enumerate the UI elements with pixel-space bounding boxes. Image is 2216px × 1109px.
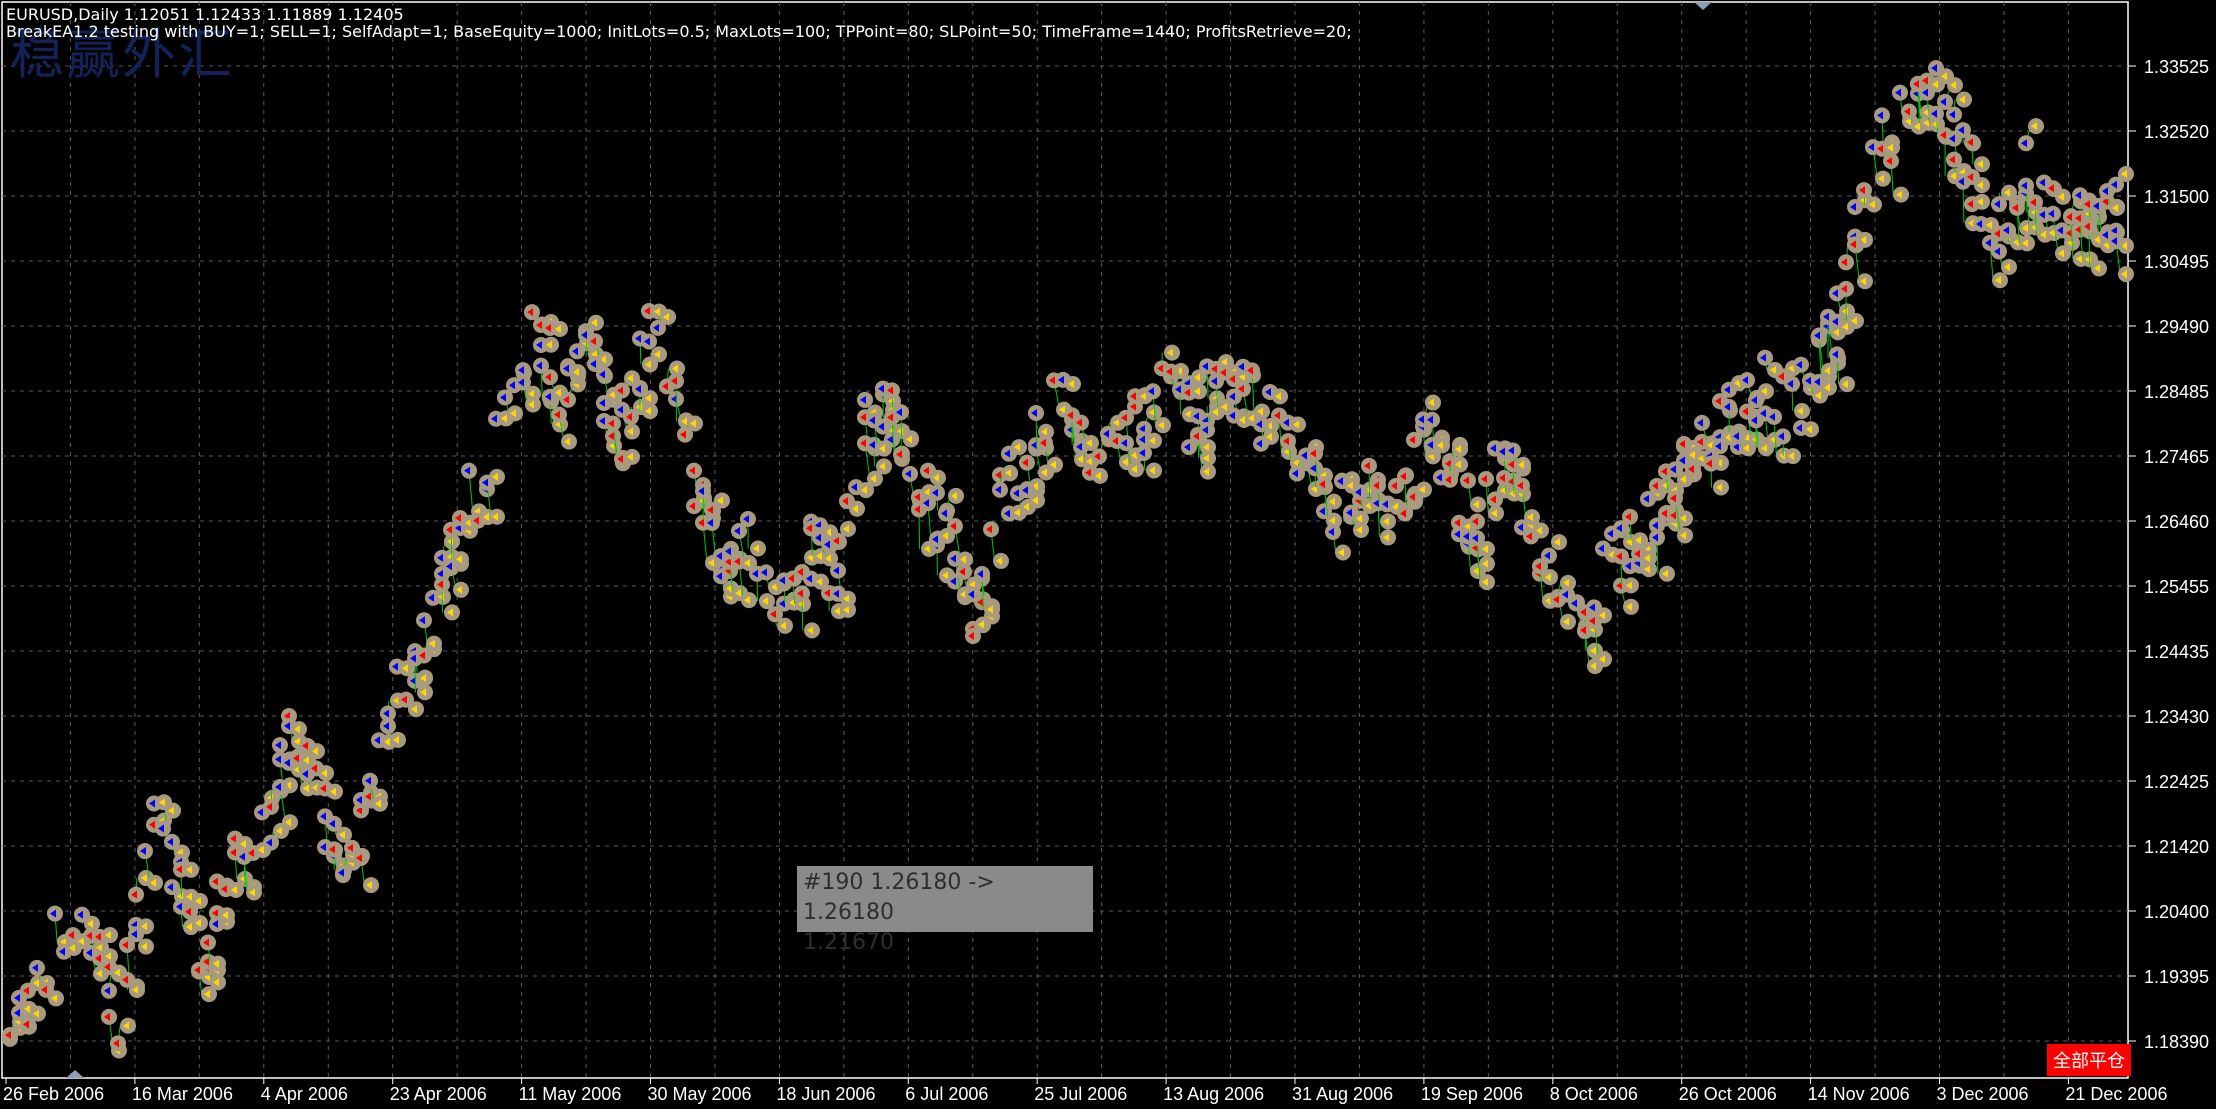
expert-advisor-info-line: BreakEA1.2 testing with BUY=1; SELL=1; S… xyxy=(6,22,1352,41)
y-axis-label: 1.29490 xyxy=(2144,317,2209,337)
y-axis-label: 1.19395 xyxy=(2144,967,2209,987)
y-axis-label: 1.26460 xyxy=(2144,512,2209,532)
x-axis-label: 11 May 2006 xyxy=(519,1084,622,1104)
y-axis-label: 1.31500 xyxy=(2144,187,2209,207)
tooltip-line-2: 1.21670 xyxy=(803,930,894,955)
x-axis-label: 14 Nov 2006 xyxy=(1808,1084,1910,1104)
order-tooltip: #190 1.26180 -> 1.26180 1.21670 xyxy=(797,866,1093,955)
chart-shift-marker-icon xyxy=(66,1070,84,1078)
x-axis-label: 21 Dec 2006 xyxy=(2065,1084,2167,1104)
y-axis-label: 1.33525 xyxy=(2144,57,2209,77)
x-axis-label: 3 Dec 2006 xyxy=(1937,1084,2029,1104)
y-axis-label: 1.20400 xyxy=(2144,902,2209,922)
x-axis-label: 31 Aug 2006 xyxy=(1292,1084,1393,1104)
x-axis-label: 6 Jul 2006 xyxy=(905,1084,988,1104)
chart-window[interactable]: 1.33525 1.32520 1.31500 1.30495 1.29490 1.284… xyxy=(0,0,2216,1109)
x-axis-label: 13 Aug 2006 xyxy=(1163,1084,1264,1104)
x-axis-label: 4 Apr 2006 xyxy=(261,1084,348,1104)
y-axis-label: 1.28485 xyxy=(2144,382,2209,402)
x-axis-label: 23 Apr 2006 xyxy=(390,1084,487,1104)
y-axis-label: 1.22425 xyxy=(2144,772,2209,792)
x-axis-label: 26 Oct 2006 xyxy=(1679,1084,1777,1104)
price-chart[interactable]: 1.33525 1.32520 1.31500 1.30495 1.29490 1.284… xyxy=(0,0,2216,1109)
x-axis-label: 25 Jul 2006 xyxy=(1034,1084,1127,1104)
y-axis-label: 1.21420 xyxy=(2144,837,2209,857)
chart-shift-marker-icon xyxy=(1694,2,1712,10)
x-axis-label: 26 Feb 2006 xyxy=(3,1084,104,1104)
x-axis-label: 16 Mar 2006 xyxy=(132,1084,233,1104)
close-all-button[interactable]: 全部平仓 xyxy=(2047,1044,2131,1076)
y-axis-label: 1.18390 xyxy=(2144,1032,2209,1052)
y-axis-label: 1.23430 xyxy=(2144,707,2209,727)
x-axis-label: 19 Sep 2006 xyxy=(1421,1084,1523,1104)
x-axis-label: 18 Jun 2006 xyxy=(776,1084,875,1104)
y-axis-label: 1.24435 xyxy=(2144,642,2209,662)
y-axis-label: 1.27465 xyxy=(2144,447,2209,467)
y-axis-label: 1.30495 xyxy=(2144,252,2209,272)
x-axis-label: 30 May 2006 xyxy=(648,1084,752,1104)
y-axis-label: 1.32520 xyxy=(2144,122,2209,142)
tooltip-line-1: #190 1.26180 -> 1.26180 xyxy=(803,870,995,925)
x-axis-label: 8 Oct 2006 xyxy=(1550,1084,1638,1104)
y-axis-label: 1.25455 xyxy=(2144,577,2209,597)
